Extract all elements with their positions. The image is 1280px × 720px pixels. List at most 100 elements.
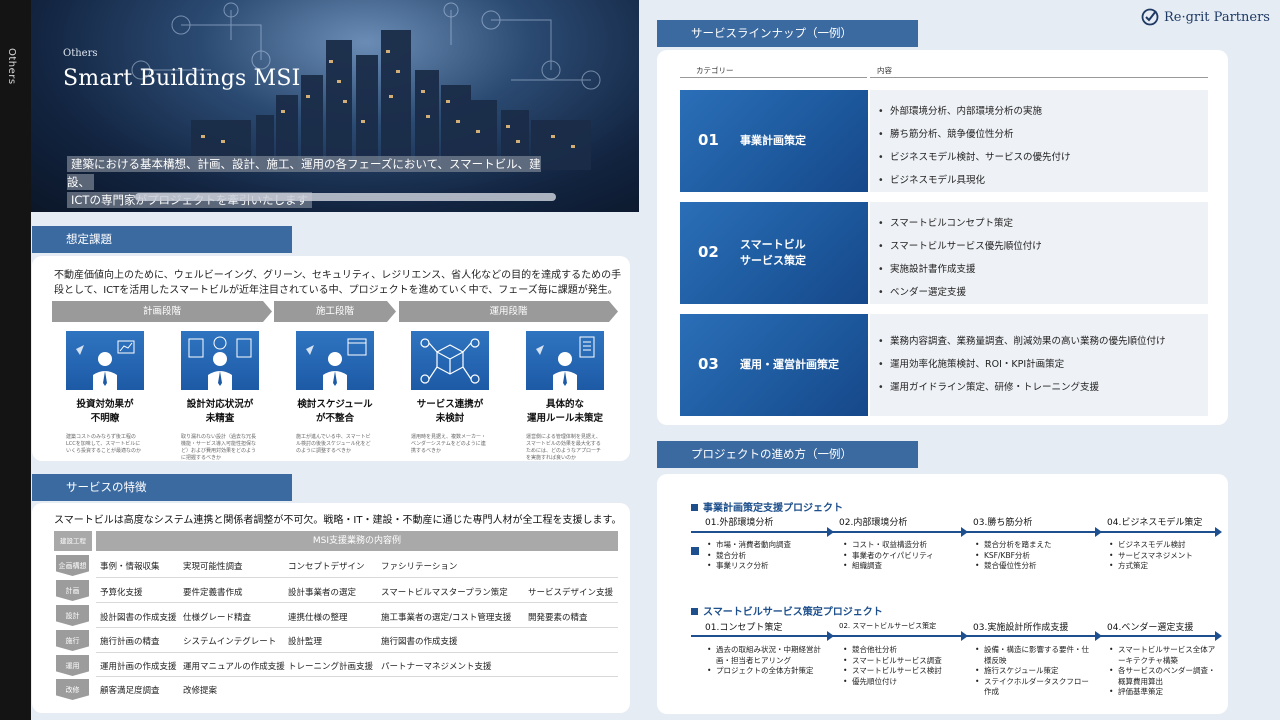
hero-decor-bar — [135, 193, 556, 201]
grid-cell: サービスデザイン支援 — [528, 588, 614, 598]
category-label: スマートビル サービス策定 — [740, 238, 806, 267]
step-bullets: ビジネスモデル検討サービスマネジメント方式策定 — [1109, 540, 1219, 572]
rules-person-icon — [526, 331, 604, 390]
column-header-category: カテゴリー — [696, 66, 734, 75]
issue-title: 具体的な 運用ルール未策定 — [526, 399, 603, 424]
grid-cell: 事例・情報収集 — [100, 562, 160, 572]
grid-cell: 要件定義書作成 — [183, 588, 243, 598]
grid-header-content: MSI支援業務の内容例 — [96, 531, 618, 551]
category-content-list: 外部環境分析、内部環境分析の実施 勝ち筋分析、競争優位性分析 ビジネスモデル検討… — [870, 90, 1208, 192]
list-item: ビジネスモデル検討、サービスの優先付け — [878, 146, 1208, 169]
hero-description-line1: 建築における基本構想、計画、設計、施工、運用の各フェーズにおいて、スマートビル、… — [67, 156, 541, 190]
category-content-list: スマートビルコンセプト策定 スマートビルサービス優先順位付け 実施設計書作成支援… — [870, 202, 1208, 304]
column-header-content: 内容 — [877, 66, 892, 75]
company-logo: Re·grit Partners — [1141, 8, 1270, 26]
issue-description: 取り漏れのない設計（過去な冗長機能・サービス導入可能性担保など）および費用対効果… — [181, 434, 257, 461]
grid-cell: 連携仕様の整理 — [288, 613, 348, 623]
step-bullets: 競合分析を踏まえたKSF/KBF分析競合優位性分析 — [975, 540, 1095, 572]
list-item: スマートビルサービス優先順位付け — [878, 235, 1208, 258]
grid-cell: ファシリテーション — [381, 562, 458, 572]
square-bullet-icon — [691, 504, 698, 511]
grid-cell: 予算化支援 — [100, 588, 143, 598]
grid-cell: システムインテグレート — [183, 637, 277, 647]
step-label: 01.コンセプト策定 — [705, 623, 783, 633]
grid-cell: 実現可能性調査 — [183, 562, 243, 572]
list-item: 勝ち筋分析、競争優位性分析 — [878, 123, 1208, 146]
issue-title: 検討スケジュール が不整合 — [297, 399, 373, 424]
grid-cell: 設計監理 — [288, 637, 323, 647]
issue-title: 投資対効果が 不明瞭 — [76, 399, 134, 424]
side-strip — [0, 0, 31, 720]
side-label: Others — [6, 48, 17, 85]
grid-cell: 改修提案 — [183, 686, 218, 696]
grid-header-stage: 建設工程 — [54, 531, 92, 551]
grid-cell: スマートビルマスタープラン策定 — [381, 588, 508, 598]
step-label: 04.ベンダー選定支援 — [1107, 623, 1194, 633]
issue-title: 設計対応状況が 未精査 — [186, 399, 254, 424]
blueprint-person-icon — [181, 331, 259, 390]
issue-card: 投資対効果が 不明瞭 建築コストのみならず後工程のLCCを加味して、スマートビルに… — [60, 331, 150, 455]
category-number: 01 — [698, 131, 719, 149]
grid-cell: 設計図書の作成支援 — [100, 613, 177, 623]
list-item: ベンダー選定支援 — [878, 281, 1208, 304]
chart-person-icon — [66, 331, 144, 390]
phase-plan: 計画段階 — [52, 301, 272, 322]
category-label: 運用・運営計画策定 — [740, 358, 839, 371]
step-bullets: 過去の取組み状況・中期経営計画・担当者ヒアリングプロジェクトの全体方針策定 — [707, 645, 827, 677]
issue-card: サービス連携が 未検討 運用時を見据え、複数メーカー・ベンダーシステムをどのように… — [405, 331, 495, 455]
category-number: 02 — [698, 243, 719, 261]
arrow-right-icon — [961, 527, 968, 537]
column-underline — [680, 77, 867, 78]
hero-banner: Others Smart Buildings MSI 建築における基本構想、計画… — [31, 0, 639, 212]
category-card: 01 事業計画策定 — [680, 90, 868, 192]
step-label: 03.実施設計所作成支援 — [973, 623, 1069, 633]
step-label: 02. スマートビルサービス策定 — [839, 622, 937, 630]
grid-cell: 運用マニュアルの作成支援 — [183, 662, 285, 672]
category-content-list: 業務内容調査、業務量調査、削減効果の高い業務の優先順位付け 運用効率化施策検討、… — [870, 314, 1208, 416]
arrow-right-icon — [961, 631, 968, 641]
issue-card: 設計対応状況が 未精査 取り漏れのない設計（過去な冗長機能・サービス導入可能性担保… — [175, 331, 265, 462]
grid-cell: 顧客満足度調査 — [100, 686, 160, 696]
step-label: 04.ビジネスモデル策定 — [1107, 518, 1203, 528]
grid-cell: 施工事業者の選定/コスト管理支援 — [381, 613, 512, 623]
grid-cell: 設計事業者の選定 — [288, 588, 357, 598]
arrow-right-icon — [827, 527, 834, 537]
phase-operation: 運用段階 — [399, 301, 618, 322]
flow-line — [691, 635, 1217, 637]
category-card: 03 運用・運営計画策定 — [680, 314, 868, 416]
column-underline — [870, 77, 1208, 78]
step-bullets: 競合他社分析スマートビルサービス調査スマートビルサービス検討優先順位付け — [843, 645, 961, 687]
list-item: 外部環境分析、内部環境分析の実施 — [878, 100, 1208, 123]
hero-title: Smart Buildings MSI — [63, 66, 301, 91]
list-item: スマートビルコンセプト策定 — [878, 212, 1208, 235]
list-item: 運用ガイドライン策定、研修・トレーニング支援 — [878, 376, 1208, 399]
square-bullet-icon — [691, 608, 698, 615]
grid-cell: パートナーマネジメント支援 — [381, 662, 492, 672]
grid-cell: トレーニング計画支援 — [288, 662, 374, 672]
grid-cell: 仕様グレード精査 — [183, 613, 252, 623]
grid-cell: 施行計画の精査 — [100, 637, 160, 647]
row-divider — [96, 602, 618, 603]
project-title: スマートビルサービス策定プロジェクト — [691, 603, 883, 618]
arrow-right-icon — [1095, 527, 1102, 537]
issue-card: 検討スケジュール が不整合 施工が進んでいる中、スマートビル検討の後後スケジュール… — [290, 331, 380, 455]
issue-description: 建築コストのみならず後工程のLCCを加味して、スマートビルにいくら投資することが… — [66, 434, 142, 454]
arrow-right-icon — [1215, 527, 1222, 537]
phase-construction: 施工段階 — [274, 301, 396, 322]
arrow-right-icon — [1095, 631, 1102, 641]
grid-cell: 運用計画の作成支援 — [100, 662, 177, 672]
grid-cell: コンセプトデザイン — [288, 562, 365, 572]
category-label: 事業計画策定 — [740, 134, 806, 147]
issue-description: 施工が進んでいる中、スマートビル検討の後後スケジュール化をどのように調整するべき… — [296, 434, 371, 454]
section-header-lineup: サービスラインナップ（一例） — [657, 20, 918, 47]
section-header-assumed: 想定課題 — [32, 226, 292, 253]
calendar-person-icon — [296, 331, 374, 390]
section-header-features: サービスの特徴 — [32, 474, 292, 501]
step-label: 03.勝ち筋分析 — [973, 518, 1033, 528]
issue-title: サービス連携が 未検討 — [416, 399, 484, 424]
step-label: 02.内部環境分析 — [839, 518, 908, 528]
arrow-right-icon — [827, 631, 834, 641]
company-name: Re·grit Partners — [1164, 9, 1270, 25]
list-item: ビジネスモデル具現化 — [878, 169, 1208, 192]
step-bullets: 設備・構造に影響する要件・仕様反映施行スケジュール策定ステイクホルダータスクフロ… — [975, 645, 1090, 698]
